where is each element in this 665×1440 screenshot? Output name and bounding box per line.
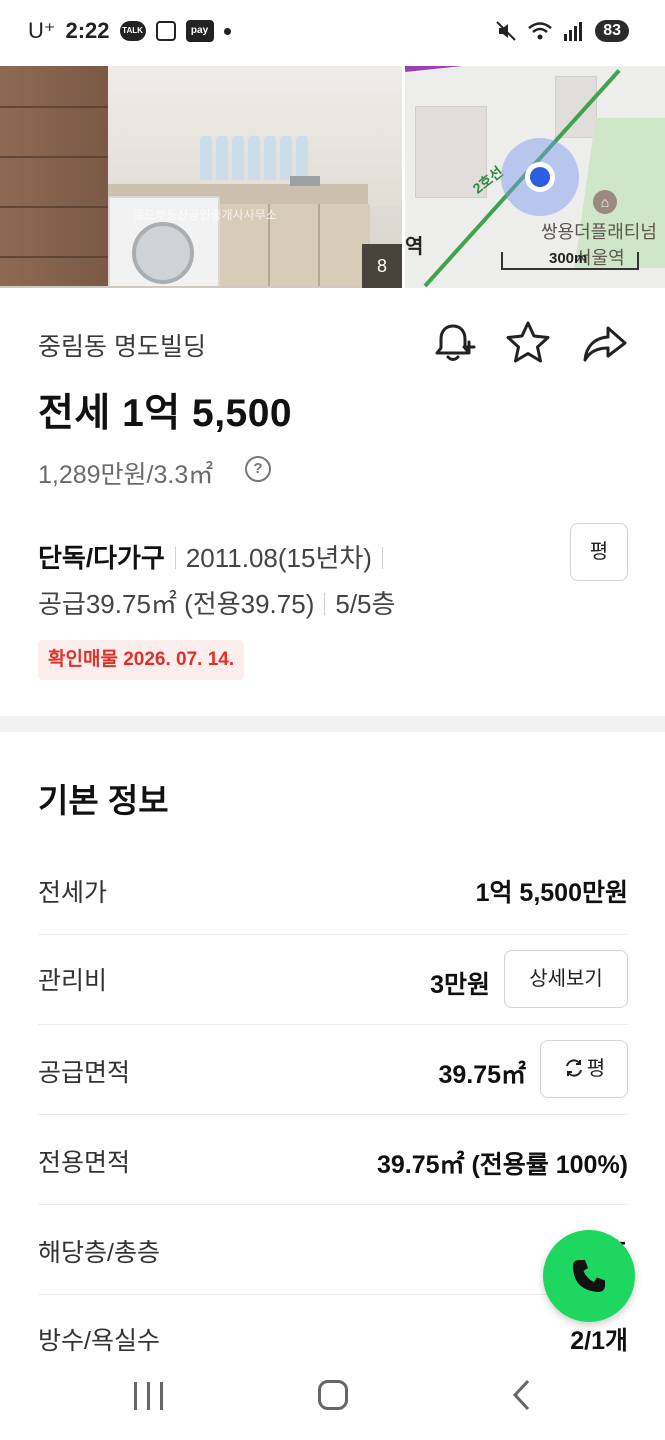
notification-dot-icon xyxy=(223,27,231,35)
kakaotalk-icon: TALK xyxy=(119,21,146,41)
map-scale-bar: 300m xyxy=(501,250,639,270)
area-unit-toggle-button[interactable]: 평 xyxy=(540,1040,628,1098)
home-button[interactable] xyxy=(318,1380,348,1410)
alert-add-button[interactable] xyxy=(428,318,478,368)
map-location-marker xyxy=(525,162,555,192)
photo-bottles xyxy=(200,132,350,180)
share-button[interactable] xyxy=(580,318,630,368)
row-label: 해당층/총층 xyxy=(38,1239,160,1267)
photo-faucet xyxy=(290,176,320,186)
row-label: 전세가 xyxy=(38,879,108,907)
building-type: 단독/다가구 xyxy=(38,543,165,573)
battery-indicator: 83 xyxy=(595,20,629,42)
listing-photo[interactable]: 골드부동산공인중개사사무소 8 xyxy=(0,66,402,288)
bell-plus-icon xyxy=(435,324,476,361)
info-row-jeonse-price: 전세가 1억 5,500만원 xyxy=(38,845,628,935)
photo-cabinet xyxy=(0,66,108,288)
recent-apps-button[interactable] xyxy=(134,1382,164,1410)
unit-price: 1,289만원/3.3㎡ xyxy=(38,461,214,489)
info-row-maintenance-fee: 관리비 3만원 상세보기 xyxy=(38,935,628,1025)
signal-icon xyxy=(564,22,583,41)
row-label: 관리비 xyxy=(38,967,108,995)
row-label: 전용면적 xyxy=(38,1149,131,1177)
row-value: 1억 5,500만원 xyxy=(475,879,628,907)
pyeong-toggle-button[interactable]: 평 xyxy=(570,523,628,581)
share-arrow-icon xyxy=(583,326,627,362)
row-value: 2/1개 xyxy=(570,1327,628,1355)
clock: 2:22 xyxy=(65,18,110,43)
area-summary: 공급39.75㎡ (전용39.75) xyxy=(38,589,315,619)
map-edge-label: 역 xyxy=(405,236,424,258)
maintenance-detail-button[interactable]: 상세보기 xyxy=(504,950,628,1008)
built-year: 2011.08(15년차) xyxy=(185,543,372,573)
back-button[interactable] xyxy=(508,1378,538,1412)
photo-watermark: 골드부동산공인중개사사무소 xyxy=(133,208,277,222)
photo-count-badge: 8 xyxy=(362,244,402,288)
row-label: 방수/욕실수 xyxy=(38,1327,160,1355)
star-icon xyxy=(506,321,550,363)
location-map[interactable]: 2호선 ⌂ 쌍용더플래티넘 서울역 역 300m xyxy=(405,66,665,288)
help-icon[interactable]: ? xyxy=(245,456,271,482)
refresh-icon xyxy=(565,1059,582,1077)
favorite-button[interactable] xyxy=(503,318,553,368)
map-poi-label: 쌍용더플래티넘 xyxy=(541,222,657,242)
mute-icon xyxy=(496,21,516,41)
verified-listing-badge: 확인매물 2026. 07. 14. xyxy=(38,640,245,680)
listing-price: 전세 1억 5,500 xyxy=(38,392,293,435)
row-value: 39.75㎡ (전용률 100%) xyxy=(376,1151,628,1179)
map-scale-label: 300m xyxy=(549,250,588,267)
photo-floor xyxy=(0,286,402,288)
system-nav-bar xyxy=(0,1362,665,1440)
listing-address: 중림동 명도빌딩 xyxy=(38,333,206,361)
wifi-icon xyxy=(528,22,552,40)
map-poi-icon: ⌂ xyxy=(593,190,617,214)
listing-summary-line2: 공급39.75㎡ (전용39.75) 5/5층 xyxy=(38,584,395,621)
row-value: 39.75㎡ xyxy=(438,1061,526,1089)
map-block xyxy=(555,76,597,138)
row-value: 3만원 xyxy=(430,971,490,999)
back-chevron-icon xyxy=(512,1379,530,1411)
section-divider xyxy=(0,716,665,732)
info-row-rooms: 방수/욕실수 2/1개 xyxy=(38,1295,628,1365)
status-bar: U⁺ 2:22 TALK pay 83 xyxy=(0,0,665,66)
screenshot-icon xyxy=(155,21,176,41)
row-label: 공급면적 xyxy=(38,1059,131,1087)
info-row-floor: 해당층/총층 5/5층 xyxy=(38,1205,628,1295)
floor-summary: 5/5층 xyxy=(335,589,396,619)
map-subway-line-purple xyxy=(405,66,495,72)
info-row-supply-area: 공급면적 39.75㎡ 평 xyxy=(38,1025,628,1115)
separator xyxy=(381,547,383,569)
area-unit-toggle-label: 평 xyxy=(586,1058,606,1080)
info-row-exclusive-area: 전용면적 39.75㎡ (전용률 100%) xyxy=(38,1115,628,1205)
call-button[interactable] xyxy=(543,1230,635,1322)
phone-icon xyxy=(573,1260,605,1292)
basic-info-title: 기본 정보 xyxy=(38,782,169,819)
separator xyxy=(324,593,326,615)
pay-icon: pay xyxy=(185,20,214,42)
separator xyxy=(174,547,176,569)
carrier-label: U⁺ xyxy=(28,18,56,43)
listing-summary-line1: 단독/다가구 2011.08(15년차) xyxy=(38,538,393,575)
